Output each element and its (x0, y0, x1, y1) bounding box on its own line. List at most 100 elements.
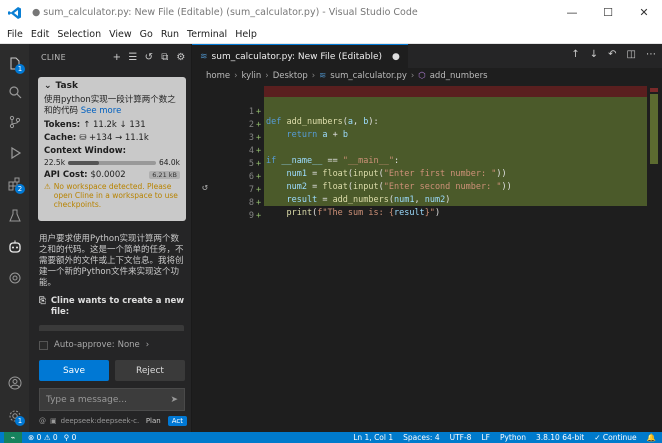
source-control-icon[interactable] (0, 110, 29, 134)
model-selector[interactable]: deepseek:deepseek-c... (61, 417, 139, 425)
input-footer: @ ▣ deepseek:deepseek-c... Plan Act (39, 414, 187, 428)
removed-line-highlight (264, 86, 647, 97)
message-input-placeholder: Type a message... (46, 394, 127, 405)
split-editor-icon[interactable]: ◫ (627, 49, 636, 60)
minimize-button[interactable]: — (554, 0, 590, 25)
extensions-icon[interactable]: 2 (0, 172, 29, 196)
cache-row: Cache: ⛁ +134 → 11.1k (44, 133, 180, 143)
search-icon[interactable] (0, 80, 29, 104)
auto-approve-row[interactable]: Auto-approve: None › (39, 340, 149, 350)
unsaved-dot-icon[interactable]: ● (392, 52, 400, 62)
indentation[interactable]: Spaces: 4 (403, 433, 439, 442)
context-max: 64.0k (158, 158, 180, 167)
title-bar: ● sum_calculator.py: New File (Editable)… (0, 0, 662, 25)
explorer-icon[interactable]: 1 (0, 52, 29, 76)
code-line: 7 + result = add_numbers(num1, num2) (248, 185, 451, 205)
menu-terminal[interactable]: Terminal (183, 29, 231, 40)
end-of-line[interactable]: LF (481, 433, 490, 442)
mode-act-toggle[interactable]: Act (167, 416, 187, 426)
breadcrumb-desktop[interactable]: Desktop (273, 71, 308, 81)
language-mode[interactable]: Python (500, 433, 526, 442)
problems-indicator[interactable]: ⊗ 0 ⚠ 0 (28, 433, 58, 442)
breadcrumb-kylin[interactable]: kylin (242, 71, 262, 81)
task-header[interactable]: ⌄ Task (44, 81, 180, 91)
status-bar: ⌁ ⊗ 0 ⚠ 0 ⚲ 0 Ln 1, Col 1 Spaces: 4 UTF-… (0, 432, 662, 443)
menu-edit[interactable]: Edit (27, 29, 53, 40)
settings-gear-icon[interactable]: 1 (0, 404, 29, 428)
menu-selection[interactable]: Selection (53, 29, 105, 40)
menu-help[interactable]: Help (231, 29, 261, 40)
tokens-value: ↑ 11.2k ↓ 131 (83, 120, 146, 130)
context-used: 22.5k (44, 158, 66, 167)
arrow-down-icon[interactable]: ↓ (590, 49, 598, 60)
menu-view[interactable]: View (105, 29, 136, 40)
code-line: 9 + (248, 211, 262, 221)
new-file-icon: ⎘ (39, 296, 46, 306)
save-button[interactable]: Save (39, 360, 109, 381)
cline-robot-icon[interactable] (0, 235, 29, 259)
warning-icon: ⚠ (44, 182, 51, 191)
vscode-logo-icon (0, 0, 30, 25)
tokens-label: Tokens: (44, 120, 81, 130)
menu-run[interactable]: Run (157, 29, 183, 40)
more-actions-icon[interactable]: ⋯ (646, 49, 656, 60)
breadcrumb-home[interactable]: home (206, 71, 230, 81)
minimap-added-marker (650, 94, 658, 164)
mcp-servers-icon[interactable]: ☰ (127, 50, 139, 64)
cache-label: Cache: (44, 133, 77, 143)
context-window-bar: 22.5k 64.0k (44, 158, 180, 167)
minimap[interactable] (648, 86, 662, 432)
tab-bar: ≋ sum_calculator.py: New File (Editable)… (192, 44, 662, 68)
send-icon[interactable]: ➤ (170, 395, 178, 405)
task-description: 使用python实现一段计算两个数之和的代码 See more (44, 95, 180, 117)
see-more-link[interactable]: See more (81, 106, 122, 116)
close-button[interactable]: ✕ (626, 0, 662, 25)
window-title: ● sum_calculator.py: New File (Editable)… (32, 7, 418, 18)
menu-file[interactable]: File (3, 29, 27, 40)
tab-sum-calculator[interactable]: ≋ sum_calculator.py: New File (Editable)… (192, 44, 408, 68)
code-line: 1 + def add_numbers(a, b): (248, 107, 379, 127)
breadcrumb-symbol[interactable]: add_numbers (430, 71, 488, 81)
menu-go[interactable]: Go (136, 29, 157, 40)
continue-status[interactable]: ✓ Continue (594, 433, 636, 442)
chevron-right-icon: › (145, 340, 150, 350)
mode-plan-toggle[interactable]: Plan (143, 416, 164, 426)
revert-icon[interactable]: ↶ (608, 49, 616, 60)
python-interpreter[interactable]: 3.8.10 64-bit (536, 433, 584, 442)
message-input[interactable]: Type a message... ➤ (39, 388, 185, 411)
ports-indicator[interactable]: ⚲ 0 (64, 433, 77, 442)
context-window-label: Context Window: (44, 146, 126, 156)
maximize-button[interactable]: ☐ (590, 0, 626, 25)
code-line: 2 + return a + b (248, 120, 348, 140)
history-icon[interactable]: ↺ (143, 50, 155, 64)
gear-icon[interactable]: ⚙ (175, 50, 187, 64)
code-line: 4 + if __name__ == "__main__": (248, 146, 400, 166)
api-cost-label: API Cost: (44, 170, 88, 180)
warning-text: No workspace detected. Please open Cline… (53, 182, 178, 209)
minimap-removed-marker (650, 88, 658, 92)
cursor-position[interactable]: Ln 1, Col 1 (353, 433, 393, 442)
create-file-prompt: ⎘ Cline wants to create a new file: (39, 296, 189, 318)
auto-approve-checkbox[interactable] (39, 340, 48, 350)
run-debug-icon[interactable] (0, 141, 29, 165)
remote-explorer-icon[interactable] (0, 266, 29, 290)
image-icon[interactable]: ▣ (50, 417, 57, 425)
popout-icon[interactable]: ⧉ (159, 50, 171, 64)
code-line: 5 + num1 = float(input("Enter first numbe… (248, 159, 507, 179)
reject-button[interactable]: Reject (115, 360, 185, 381)
notifications-bell-icon[interactable]: 🔔 (647, 433, 656, 442)
code-editor[interactable]: ↺ 1 + def add_numbers(a, b): 2 + return a … (192, 86, 662, 432)
assistant-message: 用户要求使用Python实现计算两个数之和的代码。这是一个简单的任务，不需要额外… (39, 234, 184, 288)
encoding[interactable]: UTF-8 (450, 433, 472, 442)
mention-at-icon[interactable]: @ (39, 417, 46, 425)
account-icon[interactable] (0, 371, 29, 395)
file-preview-box[interactable] (39, 325, 184, 331)
arrow-up-icon[interactable]: ↑ (571, 49, 579, 60)
remote-indicator-icon[interactable]: ⌁ (4, 432, 22, 443)
testing-icon[interactable] (0, 204, 29, 228)
new-task-plus-icon[interactable]: + (111, 50, 123, 64)
cline-title: CLINE (41, 52, 66, 62)
breadcrumb-file[interactable]: sum_calculator.py (330, 71, 407, 81)
editor-area: ≋ sum_calculator.py: New File (Editable)… (192, 44, 662, 432)
auto-approve-value[interactable]: None (118, 340, 140, 350)
